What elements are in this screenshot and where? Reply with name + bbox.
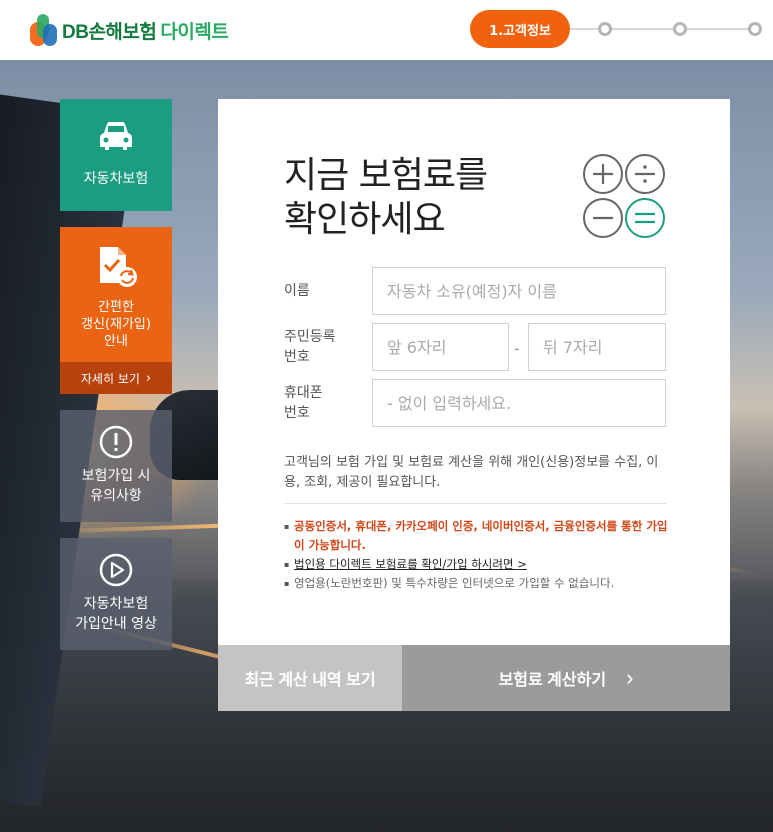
ssn-label: 주민등록 번호 (284, 329, 336, 365)
more-details-link[interactable]: 자세히 보기 › (60, 362, 172, 394)
calculate-premium-label: 보험료 계산하기 (498, 672, 607, 689)
name-label: 이름 (284, 283, 310, 299)
chevron-right-icon: › (626, 665, 634, 690)
auth-methods-notice: 공동인증서, 휴대폰, 카카오페이 인증, 네이버인증서, 금융인증서를 통한 … (284, 517, 668, 555)
step-line (560, 28, 758, 30)
phone-input[interactable] (372, 379, 666, 427)
divider (284, 503, 666, 504)
minus-icon (583, 198, 623, 238)
calculator-icons (583, 154, 668, 239)
equals-icon (625, 198, 665, 238)
sidebar-item-renewal[interactable]: 간편한 갱신(재가입) 안내 자세히 보기 › (60, 227, 172, 394)
privacy-notice: 고객님의 보험 가입 및 보험료 계산을 위해 개인(신용)정보를 수집, 이용… (284, 455, 659, 490)
step-4-dot (748, 22, 762, 36)
db-logo[interactable]: DB손해보험 다이렉트 (30, 12, 229, 48)
sidebar-item-label: 자동차보험 (83, 171, 149, 187)
ssn-front-input[interactable] (372, 323, 509, 371)
corporate-direct-link[interactable]: 법인용 다이렉트 보험료를 확인/가입 하시려면 > (284, 555, 668, 574)
sidebar-item-notice[interactable]: 보험가입 시 유의사항 (60, 410, 172, 522)
sidebar-item-label: 간편한 갱신(재가입) 안내 (81, 300, 151, 349)
step-indicator: 1.고객정보 (470, 10, 770, 48)
header: DB손해보험 다이렉트 1.고객정보 (0, 0, 773, 60)
commercial-vehicle-notice: 영업용(노란번호판) 및 특수차량은 인터넷으로 가입할 수 없습니다. (284, 574, 668, 593)
name-input[interactable] (372, 267, 666, 315)
more-details-label: 자세히 보기 (80, 371, 140, 386)
sidebar-item-label: 자동차보험 가입안내 영상 (75, 596, 157, 632)
sidebar-item-car-insurance[interactable]: 자동차보험 (60, 99, 172, 211)
plus-icon (583, 154, 623, 194)
step-2-dot (598, 22, 612, 36)
sidebar-item-label: 보험가입 시 유의사항 (81, 468, 151, 504)
car-icon (97, 119, 135, 157)
ssn-back-input[interactable] (528, 323, 666, 371)
exclamation-icon (99, 425, 133, 463)
logo-text: DB손해보험 다이렉트 (62, 21, 229, 43)
step-3-dot (673, 22, 687, 36)
calculate-premium-button[interactable]: 보험료 계산하기 › (402, 645, 730, 711)
recent-calculation-button[interactable]: 최근 계산 내역 보기 (218, 645, 402, 711)
play-icon (99, 553, 133, 591)
quote-form-panel: 지금 보험료를 확인하세요 이름 주민등록 번호 - 휴대폰 번호 고객님의 보… (218, 99, 730, 645)
phone-label: 휴대폰 번호 (284, 385, 323, 421)
chevron-right-icon: › (145, 370, 152, 386)
step-1-active: 1.고객정보 (470, 10, 570, 48)
logo-mark-icon (30, 12, 60, 48)
notice-bullets: 공동인증서, 휴대폰, 카카오페이 인증, 네이버인증서, 금융인증서를 통한 … (284, 517, 668, 593)
title-line-2: 확인하세요 (284, 199, 446, 240)
sidebar-item-guide-video[interactable]: 자동차보험 가입안내 영상 (60, 538, 172, 650)
page-title: 지금 보험료를 확인하세요 (284, 154, 488, 242)
divide-icon (625, 154, 665, 194)
ssn-separator: - (514, 339, 520, 358)
document-renew-icon (94, 245, 138, 293)
title-line-1: 지금 보험료를 (284, 155, 488, 196)
